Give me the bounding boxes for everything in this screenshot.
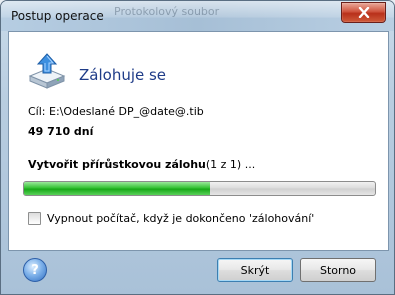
shutdown-option[interactable]: Vypnout počítač, když je dokončeno 'zálo… [28,212,314,225]
window-title: Postup operace [11,9,104,23]
operation-counter: (1 z 1) ... [205,158,256,171]
hide-button[interactable]: Skrýt [217,258,293,282]
backup-drive-upload-icon [28,53,66,89]
question-mark-icon: ? [31,262,39,278]
help-button[interactable]: ? [23,258,47,282]
remaining-time: 49 710 dní [28,125,94,138]
operation-label: Vytvořit přírůstkovou zálohu [28,158,206,171]
title-bar[interactable]: Postup operace Protokolový soubor [1,1,394,31]
operation-heading: Zálohuje se [79,66,167,84]
shutdown-checkbox[interactable] [28,212,41,225]
operation-status: Vytvořit přírůstkovou zálohu(1 z 1) ... [28,158,255,171]
progress-fill [24,182,211,195]
shutdown-checkbox-label[interactable]: Vypnout počítač, když je dokončeno 'zálo… [47,212,314,225]
destination-path: Cíl: E:\Odeslané DP_@date@.tib [28,105,204,118]
close-button[interactable] [341,2,386,23]
cancel-button[interactable]: Storno [300,258,376,282]
close-icon [358,7,369,18]
dialog-window: Postup operace Protokolový soubor Zálohu… [0,0,395,295]
dialog-content: Zálohuje se Cíl: E:\Odeslané DP_@date@.t… [8,31,389,251]
progress-bar [23,181,376,196]
background-window-title: Protokolový soubor [114,5,220,18]
